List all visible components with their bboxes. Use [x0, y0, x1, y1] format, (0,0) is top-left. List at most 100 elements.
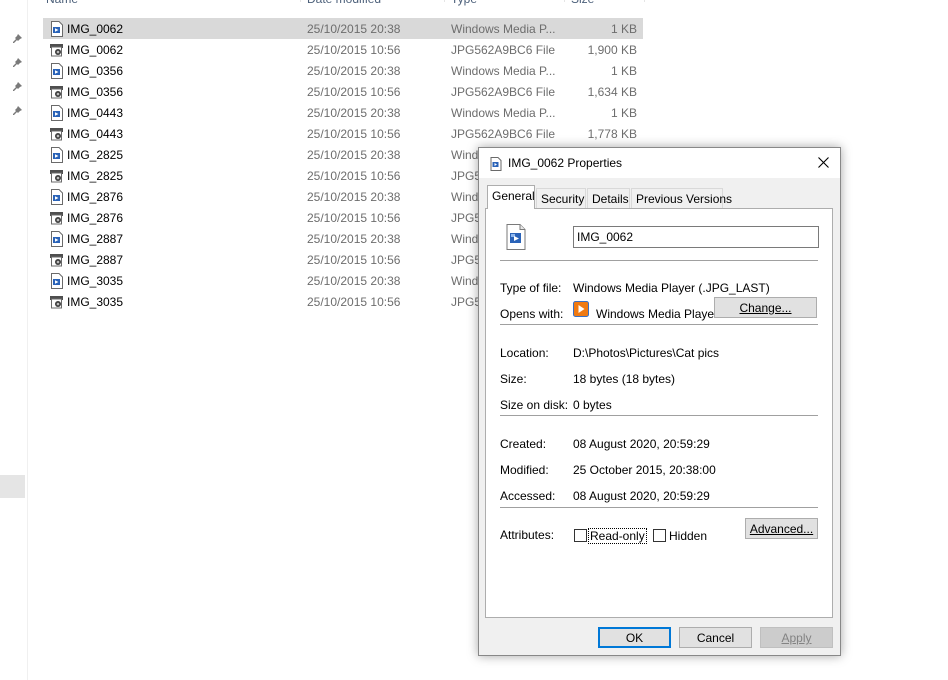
- file-date-modified: 25/10/2015 10:56: [307, 253, 401, 267]
- file-row[interactable]: IMG_0443 25/10/2015 10:56 JPG562A9BC6 Fi…: [43, 123, 643, 144]
- tab-security[interactable]: Security: [536, 188, 586, 208]
- image-file-icon: [49, 42, 65, 58]
- image-file-icon: [49, 126, 65, 142]
- column-separator[interactable]: [300, 0, 301, 2]
- column-headers: Name Date modified Type Size: [40, 0, 650, 8]
- tab-general[interactable]: General: [487, 185, 535, 209]
- ok-button[interactable]: OK: [598, 627, 671, 648]
- advanced-button[interactable]: Advanced...: [745, 518, 818, 539]
- size-label: Size:: [500, 372, 527, 386]
- file-type: JPG562A9BC6 File: [451, 127, 556, 141]
- file-size: 1,634 KB: [587, 85, 637, 99]
- opens-with-value: Windows Media Player: [596, 307, 719, 321]
- file-date-modified: 25/10/2015 20:38: [307, 22, 401, 36]
- file-type: JPG562A9BC6 File: [451, 43, 556, 57]
- opens-with-label: Opens with:: [500, 307, 564, 321]
- file-name: IMG_2876: [67, 211, 124, 225]
- close-button[interactable]: [806, 148, 840, 178]
- file-name: IMG_0443: [67, 127, 124, 141]
- file-date-modified: 25/10/2015 20:38: [307, 106, 401, 120]
- image-file-icon: [49, 294, 65, 310]
- tab-details[interactable]: Details: [587, 188, 630, 208]
- nav-selected-item[interactable]: [0, 475, 25, 498]
- file-name: IMG_2825: [67, 148, 124, 162]
- modified-label: Modified:: [500, 463, 549, 477]
- hidden-label[interactable]: Hidden: [669, 529, 707, 543]
- file-date-modified: 25/10/2015 20:38: [307, 274, 401, 288]
- file-date-modified: 25/10/2015 10:56: [307, 169, 401, 183]
- file-name: IMG_0356: [67, 85, 124, 99]
- column-header-size[interactable]: Size: [571, 0, 594, 8]
- apply-button-label: Apply: [781, 631, 812, 645]
- column-separator[interactable]: [644, 0, 645, 2]
- modified-value: 25 October 2015, 20:38:00: [573, 463, 716, 477]
- readonly-checkbox[interactable]: [574, 529, 587, 542]
- column-separator[interactable]: [564, 0, 565, 2]
- file-date-modified: 25/10/2015 20:38: [307, 148, 401, 162]
- type-of-file-label: Type of file:: [500, 281, 562, 295]
- file-name: IMG_3035: [67, 295, 124, 309]
- created-label: Created:: [500, 437, 547, 451]
- file-row[interactable]: IMG_0062 25/10/2015 10:56 JPG562A9BC6 Fi…: [43, 39, 643, 60]
- file-size: 1 KB: [610, 22, 637, 36]
- divider: [500, 415, 818, 417]
- file-type: Windows Media P...: [451, 106, 556, 120]
- file-date-modified: 25/10/2015 20:38: [307, 64, 401, 78]
- file-name: IMG_2825: [67, 169, 124, 183]
- accessed-value: 08 August 2020, 20:59:29: [573, 489, 710, 503]
- file-size: 1 KB: [610, 106, 637, 120]
- file-name: IMG_0443: [67, 106, 124, 120]
- size-on-disk-label: Size on disk:: [500, 398, 569, 412]
- column-separator[interactable]: [444, 0, 445, 2]
- location-value: D:\Photos\Pictures\Cat pics: [573, 346, 720, 360]
- divider: [500, 324, 818, 326]
- hidden-checkbox[interactable]: [653, 529, 666, 542]
- image-file-icon: [49, 168, 65, 184]
- file-row[interactable]: IMG_0356 25/10/2015 20:38 Windows Media …: [43, 60, 643, 81]
- general-tab-panel: Type of file: Windows Media Player (.JPG…: [485, 208, 833, 618]
- media-player-file-icon: [49, 21, 65, 37]
- file-type: Windows Media P...: [451, 22, 556, 36]
- column-header-date[interactable]: Date modified: [307, 0, 381, 8]
- image-file-icon: [49, 252, 65, 268]
- windows-media-player-icon: [573, 301, 589, 317]
- divider: [500, 507, 818, 509]
- file-row[interactable]: IMG_0443 25/10/2015 20:38 Windows Media …: [43, 102, 643, 123]
- file-type: Windows Media P...: [451, 64, 556, 78]
- file-date-modified: 25/10/2015 20:38: [307, 232, 401, 246]
- file-name: IMG_0062: [67, 43, 124, 57]
- media-player-file-icon: [49, 231, 65, 247]
- file-date-modified: 25/10/2015 10:56: [307, 43, 401, 57]
- dialog-title-bar[interactable]: IMG_0062 Properties: [479, 148, 840, 178]
- pin-icon[interactable]: [11, 57, 23, 69]
- file-date-modified: 25/10/2015 20:38: [307, 190, 401, 204]
- file-name: IMG_2876: [67, 190, 124, 204]
- column-header-type[interactable]: Type: [451, 0, 477, 8]
- media-player-file-icon: [49, 63, 65, 79]
- pin-icon[interactable]: [11, 33, 23, 45]
- location-label: Location:: [500, 346, 549, 360]
- file-row[interactable]: IMG_0062 25/10/2015 20:38 Windows Media …: [43, 18, 643, 39]
- pin-icon[interactable]: [11, 81, 23, 93]
- file-row[interactable]: IMG_0356 25/10/2015 10:56 JPG562A9BC6 Fi…: [43, 81, 643, 102]
- accessed-label: Accessed:: [500, 489, 556, 503]
- change-button[interactable]: Change...: [714, 297, 817, 318]
- file-date-modified: 25/10/2015 10:56: [307, 85, 401, 99]
- file-name: IMG_2887: [67, 232, 124, 246]
- attributes-label: Attributes:: [500, 528, 555, 542]
- file-date-modified: 25/10/2015 10:56: [307, 127, 401, 141]
- image-file-icon: [49, 84, 65, 100]
- column-header-name[interactable]: Name: [46, 0, 78, 8]
- file-type: JPG562A9BC6 File: [451, 85, 556, 99]
- readonly-label[interactable]: Read-only: [588, 528, 647, 544]
- file-size: 1 KB: [610, 64, 637, 78]
- size-on-disk-value: 0 bytes: [573, 398, 612, 412]
- file-size: 1,778 KB: [587, 127, 637, 141]
- media-player-file-icon: [49, 147, 65, 163]
- apply-button[interactable]: Apply: [760, 627, 833, 648]
- cancel-button[interactable]: Cancel: [679, 627, 752, 648]
- divider: [500, 260, 818, 262]
- file-name-field[interactable]: [573, 226, 819, 248]
- tab-previous-versions[interactable]: Previous Versions: [631, 188, 732, 208]
- pin-icon[interactable]: [11, 105, 23, 117]
